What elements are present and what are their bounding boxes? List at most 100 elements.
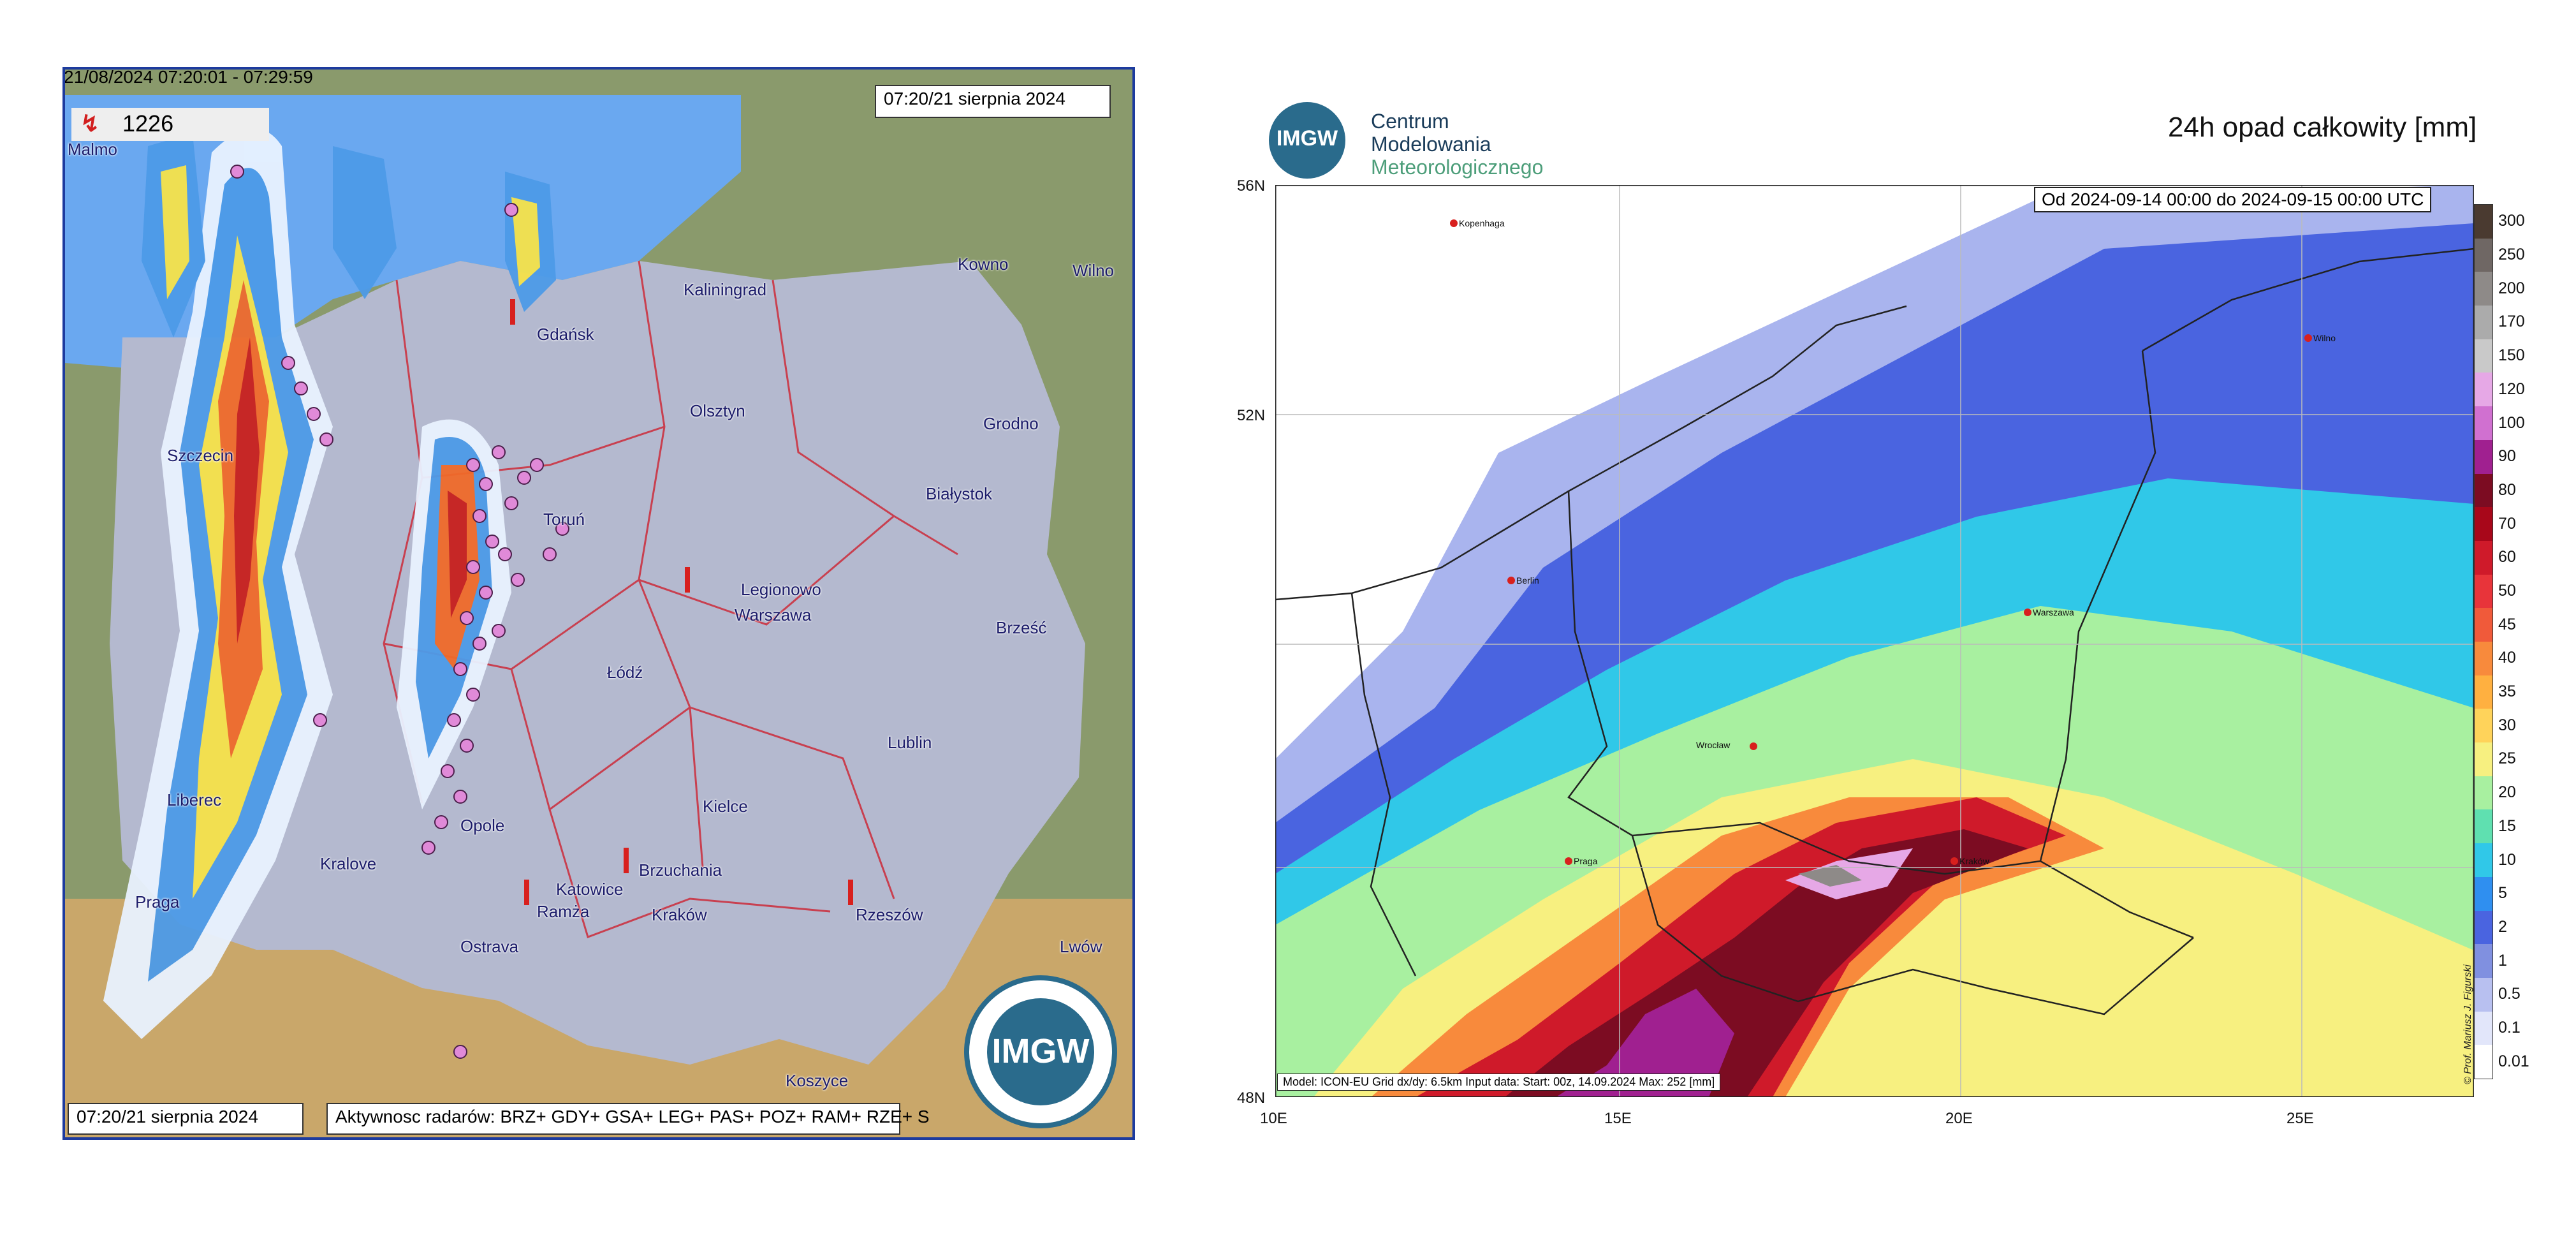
imgw-logo: IMGW: [1269, 102, 1345, 179]
city-label: Olsztyn: [690, 401, 745, 420]
city-label: Lwów: [1060, 937, 1102, 956]
imgw-seal-text: IMGW: [992, 1032, 1090, 1070]
legend-swatch: [2475, 608, 2492, 642]
legend-swatch: [2475, 473, 2492, 508]
legend-tick-label: 45: [2498, 615, 2516, 633]
forecast-period: Od 2024-09-14 00:00 do 2024-09-15 00:00 …: [2034, 187, 2432, 212]
legend-tick-label: 5: [2498, 884, 2507, 903]
city-label: Brześć: [996, 618, 1047, 637]
legend-tick-label: 150: [2498, 346, 2525, 365]
radar-map-graphic: [65, 70, 1132, 1137]
model-footer: Model: ICON-EU Grid dx/dy: 6.5km Input d…: [1277, 1074, 1721, 1091]
legend-swatch: [2475, 339, 2492, 373]
lon-label: 20E: [1945, 1110, 1973, 1127]
map-city-label: Warszawa: [2033, 607, 2074, 617]
city-label: Lublin: [888, 733, 932, 752]
imgw-seal: IMGW: [964, 975, 1117, 1128]
legend-tick-label: 300: [2498, 212, 2525, 230]
legend-tick-label: 170: [2498, 313, 2525, 331]
lat-label: 48N: [1237, 1089, 1266, 1107]
legend-swatch: [2475, 776, 2492, 810]
legend-swatch: [2475, 642, 2492, 675]
lightning-count: 1226: [122, 110, 174, 137]
legend-swatch: [2475, 272, 2492, 306]
legend-tick-label: 0.01: [2498, 1052, 2529, 1070]
city-label: Łódź: [607, 663, 643, 682]
legend-tick-label: 70: [2498, 514, 2516, 533]
legend-tick-label: 35: [2498, 683, 2516, 701]
lightning-icon: ↯: [80, 110, 100, 137]
city-label: Legionowo: [741, 580, 821, 599]
city-label: Liberec: [167, 790, 222, 809]
city-label: Grodno: [983, 414, 1039, 433]
credit-text: © Prof. Mariusz J. Figurski: [2463, 964, 2473, 1084]
legend-tick-label: 20: [2498, 783, 2516, 802]
city-label: Katowice: [556, 880, 624, 899]
legend-tick-label: 1: [2498, 951, 2507, 970]
map-city-label: Berlin: [1516, 575, 1539, 586]
legend-tick-label: 60: [2498, 548, 2516, 566]
legend-swatch: [2475, 540, 2492, 575]
legend-swatch: [2475, 910, 2492, 945]
legend-swatch: [2475, 306, 2492, 339]
map-city-label: Praga: [1574, 856, 1598, 866]
legend-tick-label: 15: [2498, 816, 2516, 835]
city-label: Praga: [135, 892, 180, 911]
city-label: Koszyce: [786, 1071, 849, 1090]
city-label: Kowno: [958, 255, 1009, 274]
city-label: Szczecin: [167, 446, 234, 465]
legend-swatch: [2475, 1011, 2492, 1045]
radar-timestamp-bottom: 07:20/21 sierpnia 2024: [68, 1103, 304, 1135]
lon-label: 10E: [1260, 1110, 1287, 1127]
radar-map: 21/08/2024 07:20:01 - 07:29:59 ↯ 1226 07…: [62, 67, 1135, 1140]
legend-tick-label: 100: [2498, 413, 2525, 432]
lon-label: 25E: [2287, 1110, 2314, 1127]
precipitation-map: [1275, 185, 2474, 1097]
lon-label: 15E: [1604, 1110, 1632, 1127]
legend-swatch: [2475, 709, 2492, 743]
radar-status-bar: Aktywnosc radarów: BRZ+ GDY+ GSA+ LEG+ P…: [326, 1103, 930, 1135]
lat-label: 52N: [1237, 407, 1266, 424]
lightning-count-badge: ↯ 1226: [71, 108, 269, 141]
legend-swatch: [2475, 876, 2492, 911]
legend-swatch: [2475, 843, 2492, 877]
legend-tick-label: 120: [2498, 380, 2525, 398]
city-label: Rzeszów: [856, 905, 923, 924]
map-city-label: Kopenhaga: [1459, 218, 1505, 228]
legend-tick-label: 30: [2498, 716, 2516, 734]
legend-swatch: [2475, 406, 2492, 440]
map-title: 24h opad całkowity [mm]: [2168, 112, 2477, 143]
legend-tick-label: 80: [2498, 480, 2516, 499]
legend-swatch: [2475, 439, 2492, 474]
city-label: Warszawa: [735, 605, 812, 624]
city-label: Toruń: [543, 510, 585, 529]
legend-tick-label: 10: [2498, 850, 2516, 869]
radar-header-time: 21/08/2024 07:20:01 - 07:29:59: [64, 67, 313, 87]
legend-tick-label: 0.1: [2498, 1018, 2521, 1037]
city-label: Kraków: [652, 905, 707, 924]
city-label: Ramża: [537, 902, 590, 921]
legend-tick-label: 40: [2498, 649, 2516, 667]
map-city-label: Kraków: [1959, 856, 1989, 866]
city-label: Ostrava: [460, 937, 519, 956]
city-label: Gdańsk: [537, 325, 594, 344]
precip-color-legend: [2474, 204, 2493, 1079]
city-label: Opole: [460, 816, 505, 835]
org-name: Centrum Modelowania Meteorologicznego: [1371, 110, 1544, 179]
legend-swatch: [2475, 809, 2492, 844]
lat-label: 56N: [1237, 177, 1266, 195]
legend-swatch: [2475, 238, 2492, 272]
legend-tick-label: 90: [2498, 447, 2516, 466]
city-label: Kralove: [320, 854, 377, 873]
legend-tick-label: 250: [2498, 246, 2525, 264]
city-label: Kaliningrad: [684, 280, 767, 299]
city-label: Białystok: [926, 484, 993, 503]
legend-swatch: [2475, 205, 2492, 239]
legend-tick-label: 25: [2498, 749, 2516, 768]
legend-tick-label: 0.5: [2498, 985, 2521, 1003]
legend-swatch: [2475, 507, 2492, 541]
city-label: Brzuchania: [639, 860, 722, 880]
legend-swatch: [2475, 675, 2492, 709]
legend-swatch: [2475, 977, 2492, 1012]
legend-tick-label: 200: [2498, 279, 2525, 297]
